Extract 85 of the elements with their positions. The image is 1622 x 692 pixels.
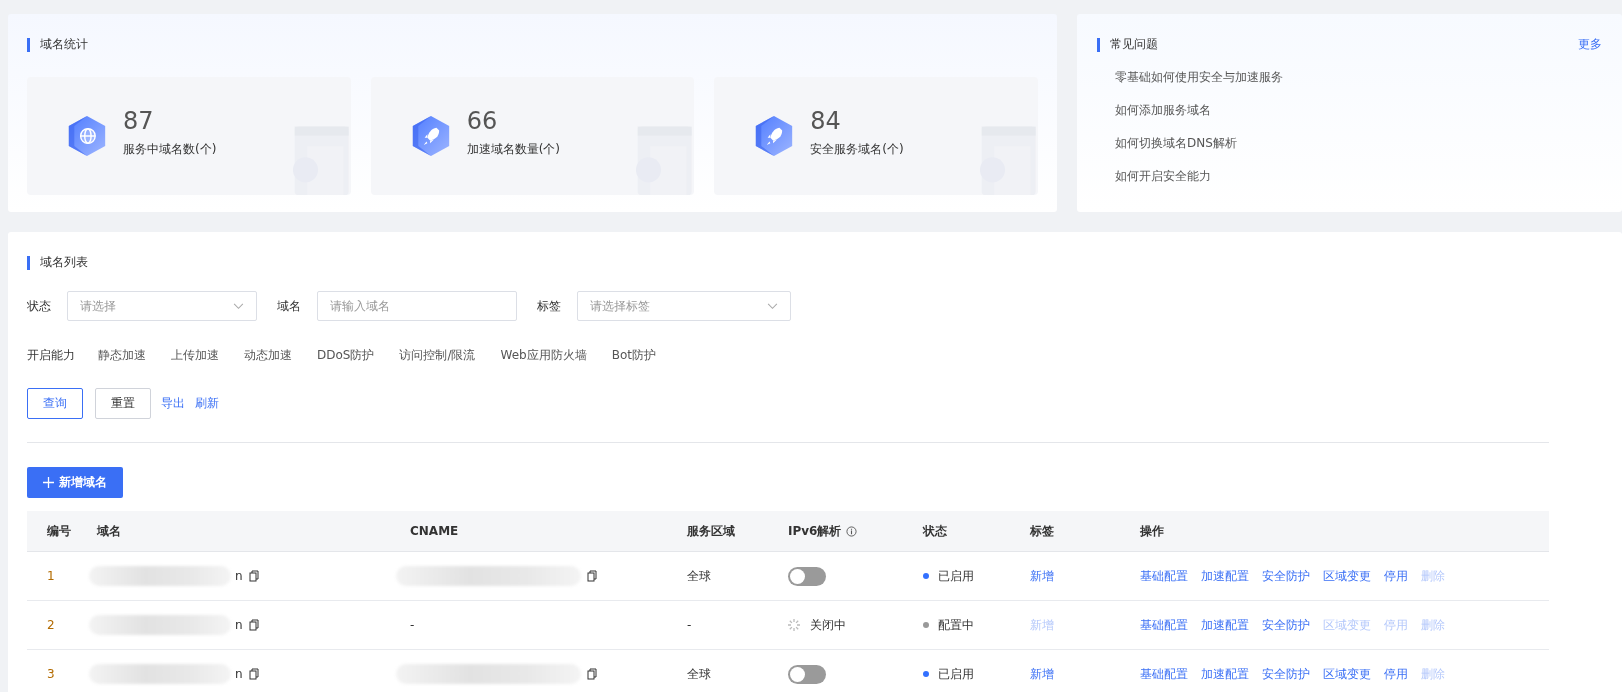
add-tag-link[interactable]: 新增 [1030,665,1054,683]
column-header: 域名 [97,522,121,540]
select-field[interactable]: 请选择标签 [577,291,791,321]
table-cell: 2 [47,618,55,632]
toolbar-link[interactable]: 导出 [161,395,185,412]
capability-option[interactable]: DDoS防护 [317,347,375,364]
copy-icon[interactable] [587,668,597,680]
stat-label: 安全服务域名(个) [810,140,904,158]
column-header: 状态 [923,522,947,540]
copy-icon[interactable] [587,570,597,582]
select-field[interactable]: 请选择 [67,291,257,321]
action-link[interactable]: 基础配置 [1140,567,1188,585]
stat-value: 87 [123,106,155,135]
action-link[interactable]: 停用 [1384,567,1408,585]
capability-option[interactable]: Bot防护 [611,347,656,364]
faq-link[interactable]: 如何切换域名DNS解析 [1115,135,1237,152]
filter-label: 状态 [27,297,51,315]
status-text: 已启用 [938,665,974,683]
column-header: 标签 [1030,522,1054,540]
action-link[interactable]: 安全防护 [1262,665,1310,683]
action-link[interactable]: 加速配置 [1201,665,1249,683]
more-link[interactable]: 更多 [1578,36,1602,53]
faq-link[interactable]: 如何添加服务域名 [1115,102,1211,119]
section-title: 域名列表 [40,254,88,271]
section-title: 域名统计 [40,36,88,53]
capability-option[interactable]: Web应用防火墙 [500,347,587,364]
column-header: 操作 [1140,522,1164,540]
capability-option[interactable]: 静态加速 [98,347,146,364]
rocket-icon [410,114,451,158]
table-cell: - [687,618,692,632]
plus-icon [43,477,54,488]
column-header: CNAME [410,524,459,538]
capability-option[interactable]: 上传加速 [171,347,219,364]
table-cell: 全球 [687,665,711,683]
stat-value: 66 [466,106,499,135]
filter-label: 开启能力 [27,347,75,364]
add-domain-button[interactable]: 新增域名 [27,467,123,498]
add-tag-link[interactable]: 新增 [1030,567,1054,585]
copy-icon[interactable] [248,619,259,631]
ipv6-status: 关闭中 [810,616,846,634]
filter-label: 域名 [277,297,301,315]
action-link[interactable]: 区域变更 [1323,665,1371,683]
toolbar-link[interactable]: 刷新 [195,395,219,412]
ipv6-switch[interactable] [788,566,826,586]
column-header: 编号 [47,522,71,540]
action-link[interactable]: 基础配置 [1140,616,1188,634]
stat-label: 加速域名数量(个) [466,140,561,158]
action-link[interactable]: 基础配置 [1140,665,1188,683]
info-icon[interactable] [846,525,858,537]
loading-icon [788,619,800,631]
filter-label: 标签 [537,297,561,315]
column-header: IPv6解析 [788,522,842,540]
reset-button[interactable]: 重置 [95,388,151,419]
copy-icon[interactable] [248,570,259,582]
action-link[interactable]: 安全防护 [1262,616,1310,634]
rocket-icon [754,114,795,158]
section-title: 常见问题 [1110,36,1158,53]
table-cell: 3 [47,667,55,681]
table-cell: 1 [47,569,55,583]
stat-label: 服务中域名数(个) [123,140,217,158]
action-link[interactable]: 加速配置 [1201,567,1249,585]
copy-icon[interactable] [248,668,259,680]
action-link[interactable]: 区域变更 [1323,567,1371,585]
ipv6-switch[interactable] [788,664,826,684]
table-cell: n [235,569,243,583]
table-cell: - [410,618,415,632]
chevron-down-icon [233,302,244,310]
faq-link[interactable]: 零基础如何使用安全与加速服务 [1115,69,1283,86]
query-button[interactable]: 查询 [27,388,83,419]
chevron-down-icon [767,302,778,310]
action-link[interactable]: 加速配置 [1201,616,1249,634]
faq-link[interactable]: 如何开启安全能力 [1115,168,1211,185]
table-cell: n [235,667,243,681]
table-cell: 全球 [687,567,711,585]
action-link[interactable]: 停用 [1384,665,1408,683]
action-link[interactable]: 安全防护 [1262,567,1310,585]
capability-option[interactable]: 访问控制/限流 [399,347,476,364]
column-header: 服务区域 [687,522,735,540]
table-cell: n [235,618,243,632]
status-text: 配置中 [938,616,974,634]
globe-icon [67,114,107,158]
input-field[interactable]: 请输入域名 [317,291,517,321]
status-text: 已启用 [938,567,974,585]
capability-option[interactable]: 动态加速 [244,347,292,364]
stat-value: 84 [810,106,842,135]
